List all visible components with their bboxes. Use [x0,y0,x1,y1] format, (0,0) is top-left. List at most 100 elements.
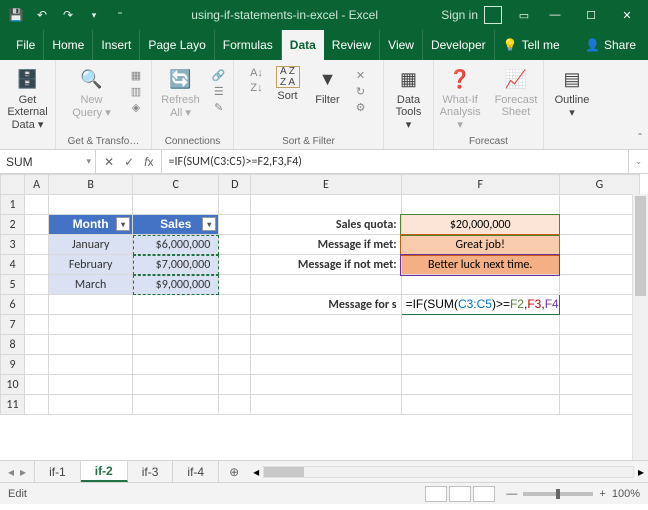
collapse-ribbon-icon[interactable]: ˆ [638,131,642,145]
cell-b5[interactable]: March [49,275,133,295]
redo-icon[interactable]: ↷ [60,7,76,23]
row-header[interactable]: 5 [1,275,25,295]
cell-f6-editing[interactable]: =IF(SUM(C3:C5)>=F2,F3,F4) [401,295,559,315]
new-query-button[interactable]: 🔍New Query ▾ [62,64,121,121]
new-sheet-button[interactable]: ⊕ [219,461,249,482]
tab-data[interactable]: Data [282,30,324,60]
horizontal-scrollbar[interactable]: ◂ ▸ [249,461,648,482]
cell-c4[interactable]: $7,000,000 [133,255,219,275]
tab-formulas[interactable]: Formulas [215,30,282,60]
page-layout-view-button[interactable] [449,486,471,502]
formula-input[interactable]: =IF(SUM(C3:C5)>=F2,F3,F4) [162,150,628,173]
sheet-tab[interactable]: if-2 [81,461,128,482]
filter-dropdown-icon[interactable]: ▾ [202,217,216,231]
save-icon[interactable]: 💾 [8,7,24,23]
select-all-cell[interactable] [1,175,25,195]
tell-me-button[interactable]: 💡Tell me [495,30,568,60]
sheet-tab[interactable]: if-4 [173,461,219,482]
tab-home[interactable]: Home [44,30,93,60]
col-header[interactable]: E [251,175,401,195]
sign-in-button[interactable]: Sign in [441,6,502,24]
col-header[interactable]: G [559,175,639,195]
tab-file[interactable]: File [8,30,44,60]
col-header[interactable]: D [219,175,251,195]
show-queries-icon[interactable]: ▦ [127,68,145,82]
sort-desc-icon[interactable]: Z↓ [248,81,266,95]
tab-scroll-left-icon[interactable]: ◂ [8,465,14,479]
sheet-tab[interactable]: if-3 [128,461,174,482]
expand-formula-bar-icon[interactable]: ⌄ [628,150,648,173]
reapply-icon[interactable]: ↻ [352,84,370,98]
col-header[interactable]: A [25,175,49,195]
row-header[interactable]: 3 [1,235,25,255]
worksheet-grid[interactable]: A B C D E F G 1 2 Month▾ Sales▾ Sales qu… [0,174,648,460]
close-button[interactable]: ✕ [610,0,644,30]
tab-developer[interactable]: Developer [423,30,495,60]
connections-icon[interactable]: 🔗 [210,68,228,82]
row-header[interactable]: 6 [1,295,25,315]
clear-filter-icon[interactable]: ✕ [352,68,370,82]
maximize-button[interactable]: ☐ [574,0,608,30]
col-header[interactable]: C [133,175,219,195]
cell-f4[interactable]: Better luck next time. [401,255,559,275]
col-header[interactable]: B [49,175,133,195]
tab-insert[interactable]: Insert [93,30,140,60]
name-box[interactable]: SUM▾ [0,150,96,173]
cell-c5[interactable]: $9,000,000 [133,275,219,295]
col-header[interactable]: F [401,175,559,195]
qat-overflow-icon[interactable]: ⁼ [112,7,128,23]
row-header[interactable]: 7 [1,315,25,335]
data-tools-button[interactable]: ▦Data Tools ▾ [390,64,427,133]
filter-dropdown-icon[interactable]: ▾ [116,217,130,231]
properties-icon[interactable]: ☰ [210,84,228,98]
cell-f2[interactable]: $20,000,000 [401,215,559,235]
row-header[interactable]: 10 [1,375,25,395]
minimize-button[interactable]: — [538,0,572,30]
zoom-out-button[interactable]: — [506,488,517,500]
from-table-icon[interactable]: ▥ [127,84,145,98]
vertical-scrollbar[interactable] [632,194,648,460]
advanced-filter-icon[interactable]: ⚙ [352,100,370,114]
undo-icon[interactable]: ↶ [34,7,50,23]
tab-page-layout[interactable]: Page Layo [140,30,214,60]
sort-button[interactable]: A ZZ ASort [272,64,304,104]
table-header-sales[interactable]: Sales▾ [133,215,219,235]
tab-review[interactable]: Review [324,30,380,60]
zoom-slider[interactable] [523,492,593,496]
fx-icon[interactable]: fx [144,155,153,169]
row-header[interactable]: 2 [1,215,25,235]
what-if-button[interactable]: ❓What-If Analysis ▾ [436,64,485,133]
cancel-formula-icon[interactable]: ✕ [104,155,114,169]
get-external-data-button[interactable]: 🗄️Get External Data ▾ [3,64,51,133]
sort-asc-icon[interactable]: A↓ [248,66,266,80]
ribbon-options-icon[interactable]: ▭ [512,0,536,30]
row-header[interactable]: 11 [1,395,25,415]
row-header[interactable]: 1 [1,195,25,215]
recent-sources-icon[interactable]: ◈ [127,100,145,114]
chevron-down-icon[interactable]: ▾ [86,156,91,167]
forecast-sheet-button[interactable]: 📈Forecast Sheet [491,64,542,120]
row-header[interactable]: 4 [1,255,25,275]
refresh-all-button[interactable]: 🔄Refresh All ▾ [157,64,204,121]
filter-button[interactable]: ▼Filter [310,64,346,108]
zoom-in-button[interactable]: + [599,488,605,500]
page-break-view-button[interactable] [473,486,495,502]
row-header[interactable]: 8 [1,335,25,355]
qat-customize-icon[interactable]: ▾ [86,7,102,23]
edit-links-icon[interactable]: ✎ [210,100,228,114]
enter-formula-icon[interactable]: ✓ [124,155,134,169]
row-header[interactable]: 9 [1,355,25,375]
cell-b4[interactable]: February [49,255,133,275]
cell-f3[interactable]: Great job! [401,235,559,255]
tab-scroll-right-icon[interactable]: ▸ [20,465,26,479]
scroll-right-icon[interactable]: ▸ [638,465,644,479]
sheet-tab[interactable]: if-1 [35,461,81,482]
scroll-left-icon[interactable]: ◂ [253,465,259,479]
share-button[interactable]: 👤Share [577,30,648,60]
outline-button[interactable]: ▤Outline ▾ [550,64,594,121]
cell-b3[interactable]: January [49,235,133,255]
tab-view[interactable]: View [380,30,423,60]
normal-view-button[interactable] [425,486,447,502]
cell-c3[interactable]: $6,000,000 [133,235,219,255]
table-header-month[interactable]: Month▾ [49,215,133,235]
